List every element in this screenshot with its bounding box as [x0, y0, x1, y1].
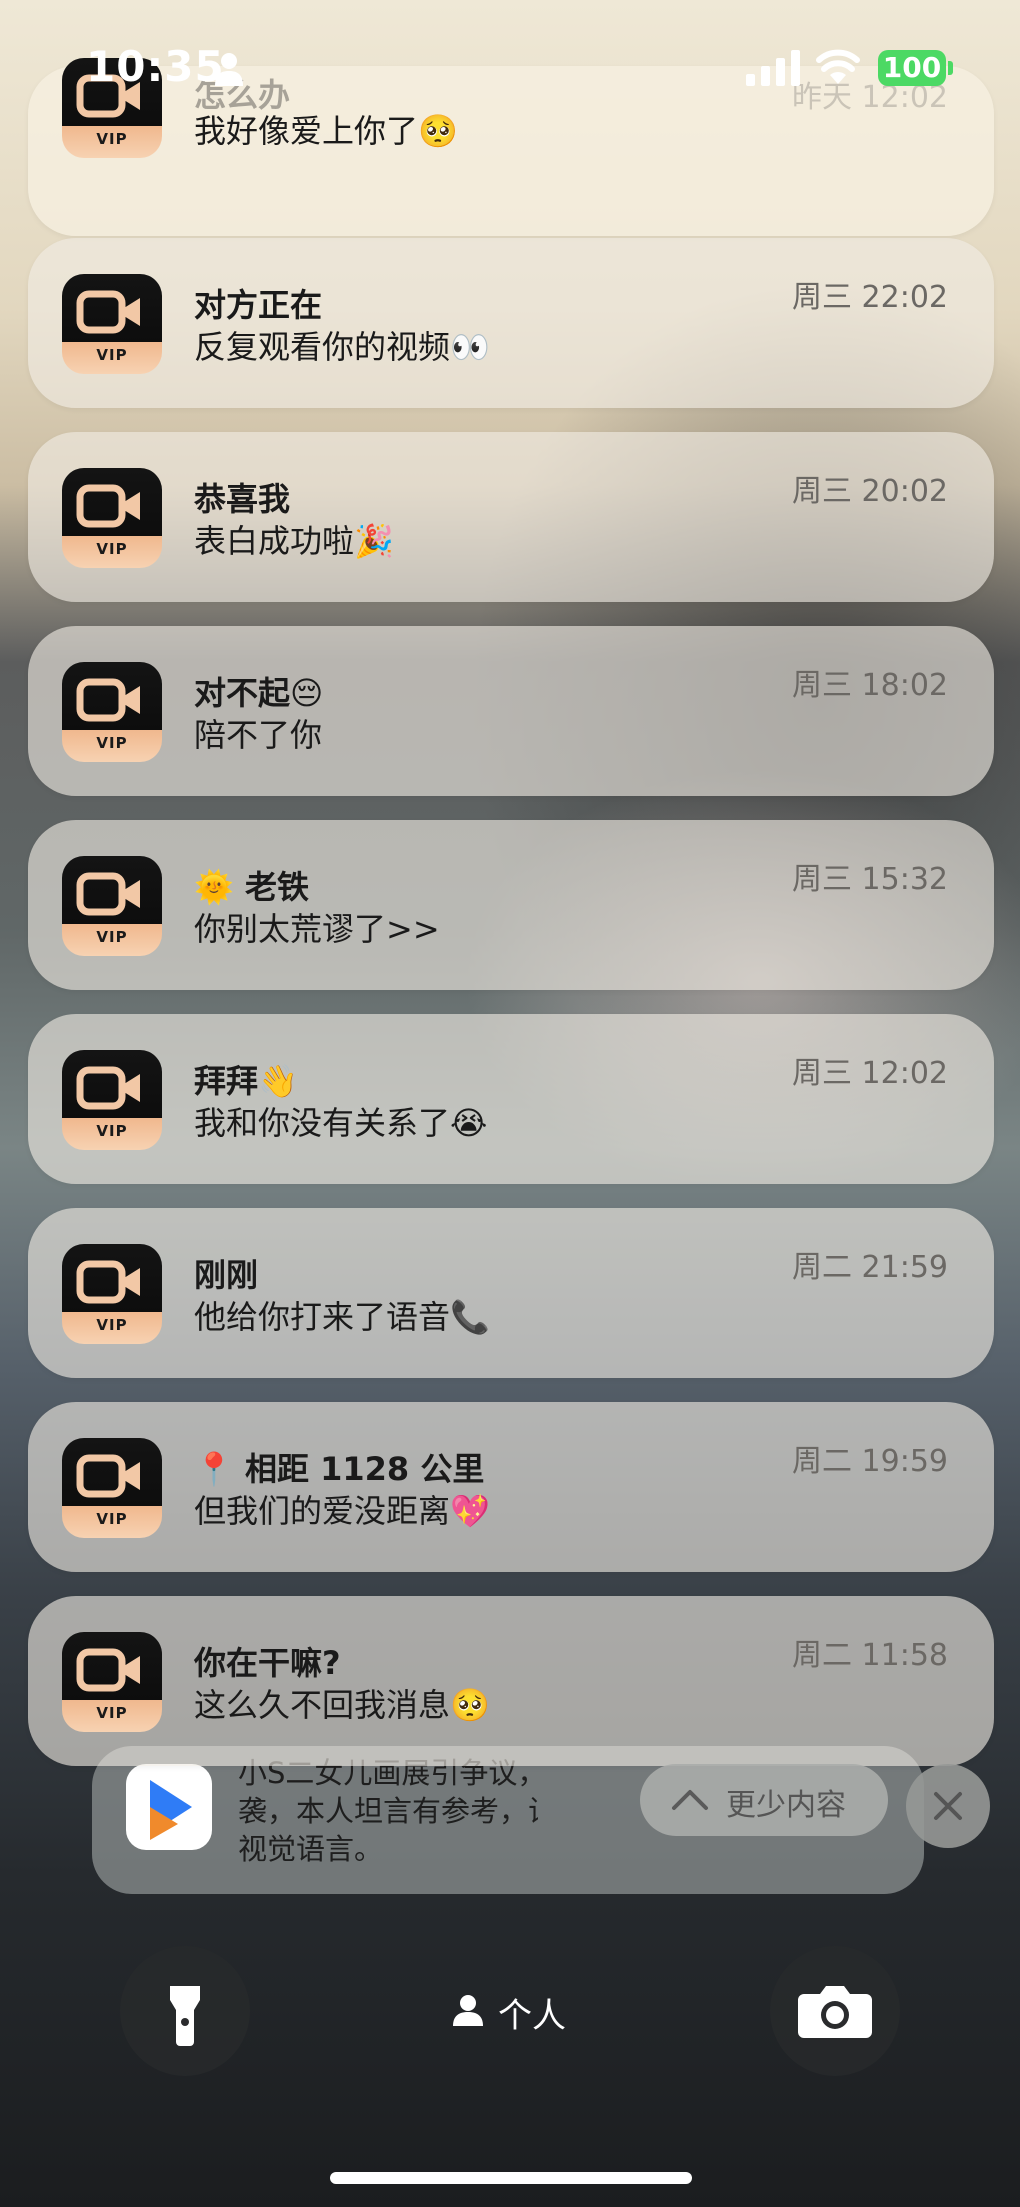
notification-card[interactable]: VIP 你在干嘛? 这么久不回我消息🥺 周二 11:58: [28, 1596, 994, 1766]
status-bar: 10:35 100: [0, 0, 1020, 130]
notification-body: 这么久不回我消息🥺: [194, 1686, 490, 1724]
video-camera-icon: [76, 678, 140, 722]
notification-title: 你在干嘛?: [194, 1644, 341, 1682]
notification-title: 恭喜我: [194, 480, 291, 518]
show-less-label: 更少内容: [726, 1788, 846, 1823]
notification-title: 刚刚: [194, 1256, 259, 1294]
wifi-icon: [816, 49, 860, 84]
notification-time: 周三 20:02: [792, 474, 948, 509]
notification-time: 周三 12:02: [792, 1056, 948, 1091]
notification-time: 周三 22:02: [792, 280, 948, 315]
notification-body: 你别太荒谬了>>: [194, 910, 440, 948]
notification-card[interactable]: VIP 恭喜我 表白成功啦🎉 周三 20:02: [28, 432, 994, 602]
home-indicator[interactable]: [330, 2172, 692, 2184]
flashlight-button[interactable]: [120, 1946, 250, 2076]
video-camera-icon: [76, 1260, 140, 1304]
notification-card[interactable]: VIP 刚刚 他给你打来了语音📞 周二 21:59: [28, 1208, 994, 1378]
app-icon: VIP: [62, 274, 162, 374]
notification-title: 🌞 老铁: [194, 868, 309, 906]
vip-badge: VIP: [96, 540, 128, 558]
notification-card[interactable]: VIP 📍 相距 1128 公里 但我们的爱没距离💖 周二 19:59: [28, 1402, 994, 1572]
notification-title: 对不起😔: [194, 674, 324, 712]
camera-icon: [798, 1986, 872, 2038]
notification-title: 拜拜👋: [194, 1062, 298, 1100]
person-icon: [453, 1995, 483, 2026]
app-icon: VIP: [62, 468, 162, 568]
vip-badge: VIP: [96, 928, 128, 946]
app-icon: VIP: [62, 1632, 162, 1732]
vip-badge: VIP: [96, 1122, 128, 1140]
vip-badge: VIP: [96, 734, 128, 752]
vip-badge: VIP: [96, 130, 128, 148]
battery-tip: [948, 61, 953, 75]
app-icon: VIP: [62, 1438, 162, 1538]
vip-badge: VIP: [96, 1510, 128, 1528]
notification-body: 反复观看你的视频👀: [194, 328, 490, 366]
person-icon: [215, 53, 243, 86]
cellular-signal-icon: [746, 50, 800, 86]
notification-body: 但我们的爱没距离💖: [194, 1492, 490, 1530]
vip-badge: VIP: [96, 1316, 128, 1334]
chevron-up-icon: [672, 1790, 708, 1810]
app-icon: VIP: [62, 1050, 162, 1150]
app-icon: VIP: [62, 1244, 162, 1344]
stacked-notification-text: 小S二女儿画展引争议，艺术风格 袭，本人坦言有参考，试图找到 视觉语言。: [238, 1754, 538, 1868]
stacked-line: 袭，本人坦言有参考，试图找到: [238, 1794, 538, 1828]
app-icon: VIP: [62, 856, 162, 956]
notification-time: 周三 18:02: [792, 668, 948, 703]
camera-button[interactable]: [770, 1946, 900, 2076]
notification-body: 陪不了你: [194, 716, 323, 754]
notification-card[interactable]: VIP 对方正在 反复观看你的视频👀 周三 22:02: [28, 238, 994, 408]
notification-time: 周二 19:59: [792, 1444, 948, 1479]
focus-label: 个人: [498, 1996, 566, 2036]
vip-badge: VIP: [96, 346, 128, 364]
notification-time: 周二 21:59: [792, 1250, 948, 1285]
stacked-line: 视觉语言。: [238, 1832, 384, 1866]
notification-time: 周三 15:32: [792, 862, 948, 897]
notification-body: 我和你没有关系了😭: [194, 1104, 488, 1142]
video-camera-icon: [76, 484, 140, 528]
video-camera-icon: [76, 290, 140, 334]
video-camera-icon: [76, 872, 140, 916]
close-icon: [934, 1792, 962, 1820]
clear-notifications-button[interactable]: [906, 1764, 990, 1848]
notification-body: 表白成功啦🎉: [194, 522, 394, 560]
notification-card[interactable]: VIP 拜拜👋 我和你没有关系了😭 周三 12:02: [28, 1014, 994, 1184]
video-camera-icon: [76, 1648, 140, 1692]
video-camera-icon: [76, 1454, 140, 1498]
notification-title: 对方正在: [194, 286, 323, 324]
news-app-icon: [126, 1764, 212, 1850]
notification-card[interactable]: VIP 🌞 老铁 你别太荒谬了>> 周三 15:32: [28, 820, 994, 990]
flashlight-icon: [170, 1986, 200, 2046]
notification-card[interactable]: VIP 对不起😔 陪不了你 周三 18:02: [28, 626, 994, 796]
show-less-button[interactable]: 更少内容: [640, 1764, 888, 1836]
vip-badge: VIP: [96, 1704, 128, 1722]
battery-icon: 100: [878, 50, 946, 86]
notification-body: 他给你打来了语音📞: [194, 1298, 490, 1336]
notification-title: 📍 相距 1128 公里: [194, 1450, 485, 1488]
notification-time: 周二 11:58: [792, 1638, 948, 1673]
video-camera-icon: [76, 1066, 140, 1110]
status-time: 10:35: [86, 42, 225, 91]
app-icon: VIP: [62, 662, 162, 762]
